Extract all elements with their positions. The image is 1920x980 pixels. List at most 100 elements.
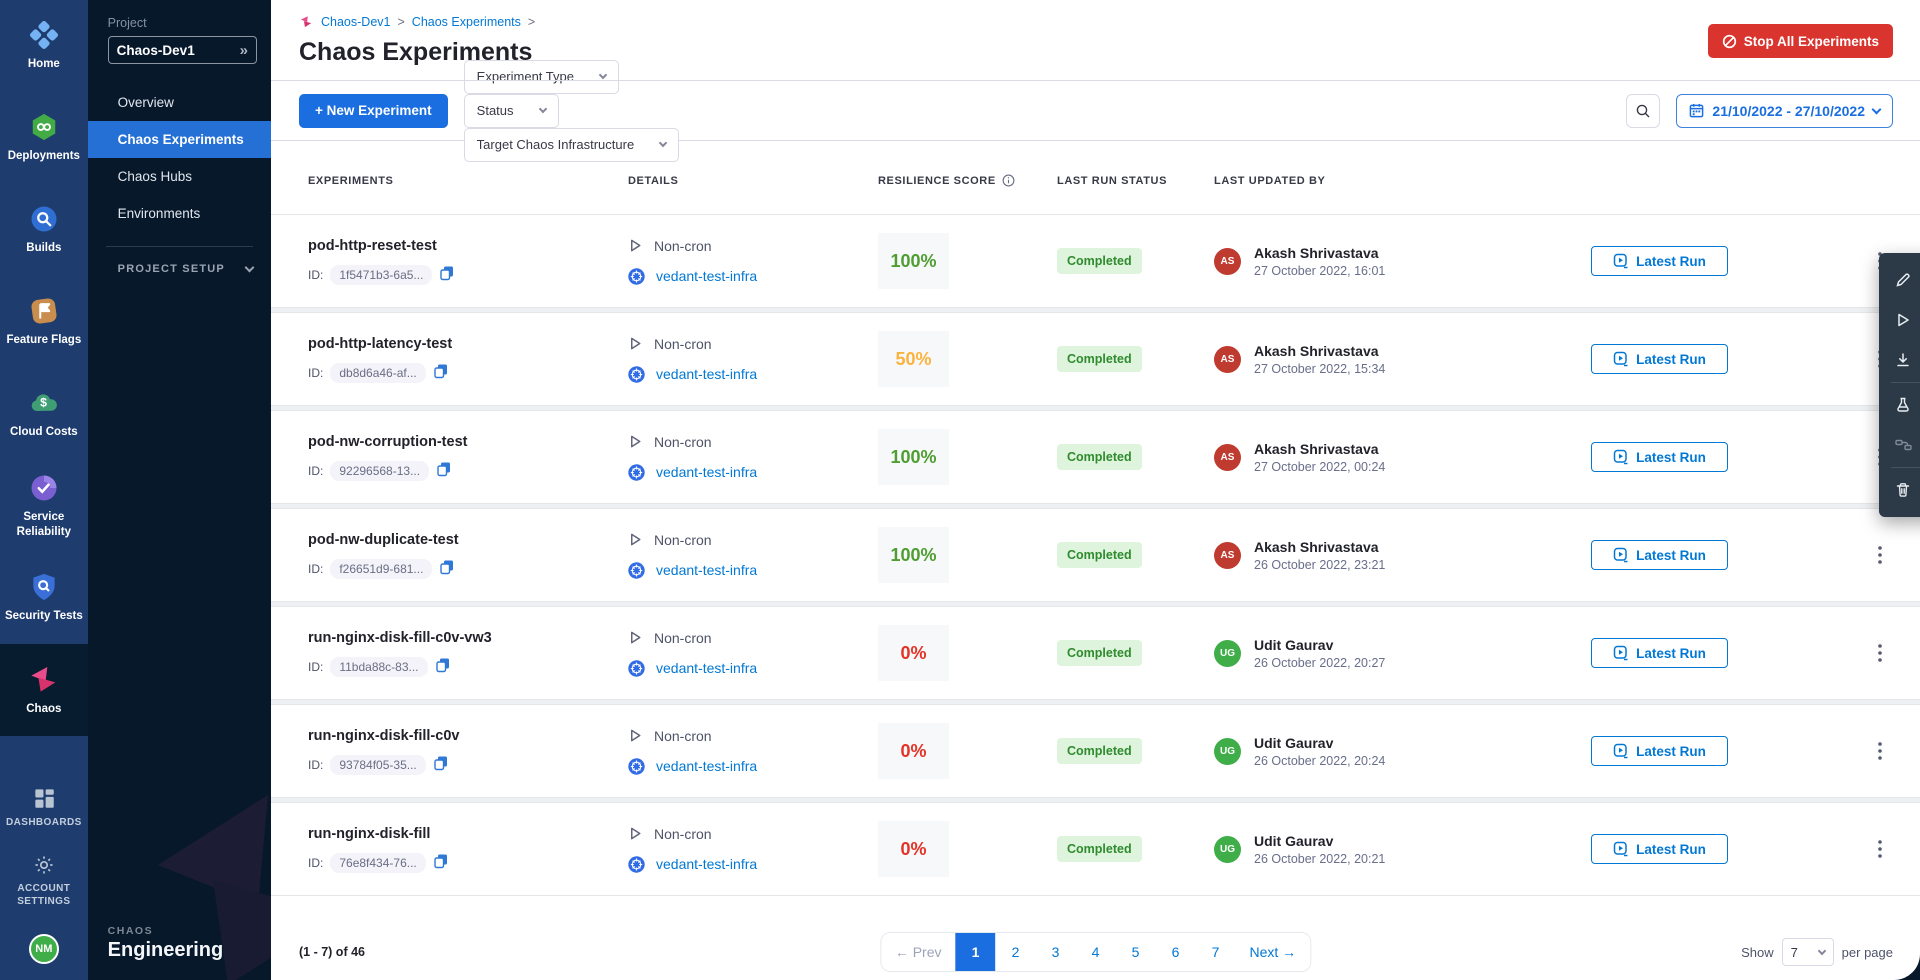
project-name-input[interactable] bbox=[117, 43, 217, 58]
infrastructure-link[interactable]: vedant-test-infra bbox=[656, 856, 757, 872]
menu-item-run-experiment[interactable]: Run Experiment bbox=[1879, 300, 1920, 340]
row-menu-button[interactable] bbox=[1867, 738, 1893, 764]
kubernetes-icon bbox=[628, 562, 645, 579]
infrastructure-link[interactable]: vedant-test-infra bbox=[656, 562, 757, 578]
infrastructure-link[interactable]: vedant-test-infra bbox=[656, 366, 757, 382]
updated-date: 27 October 2022, 00:24 bbox=[1254, 460, 1385, 474]
rail-item-cloud-costs[interactable]: $Cloud Costs bbox=[0, 368, 88, 460]
copy-id-button[interactable] bbox=[433, 853, 449, 872]
latest-run-button[interactable]: Latest Run bbox=[1591, 736, 1728, 766]
rail-item-service-reliability[interactable]: Service Reliability bbox=[0, 460, 88, 552]
experiment-name[interactable]: run-nginx-disk-fill bbox=[308, 826, 619, 842]
menu-item-add-to-pipeline[interactable]: Add to Pipeline bbox=[1879, 425, 1920, 465]
copy-icon bbox=[433, 363, 449, 379]
experiment-type: Non-cron bbox=[654, 238, 712, 254]
copy-id-button[interactable] bbox=[433, 363, 449, 382]
resilience-score: 100% bbox=[878, 429, 949, 485]
row-menu-button[interactable] bbox=[1867, 640, 1893, 666]
stop-all-experiments-button[interactable]: Stop All Experiments bbox=[1708, 24, 1893, 58]
search-button[interactable] bbox=[1626, 94, 1660, 128]
project-selector[interactable]: » bbox=[108, 36, 257, 64]
new-experiment-button[interactable]: + New Experiment bbox=[299, 94, 448, 128]
sidebar-item-chaos-experiments[interactable]: Chaos Experiments bbox=[88, 121, 271, 158]
experiment-name[interactable]: pod-nw-corruption-test bbox=[308, 434, 619, 450]
copy-id-button[interactable] bbox=[433, 755, 449, 774]
latest-run-button[interactable]: Latest Run bbox=[1591, 540, 1728, 570]
rail-item-feature-flags[interactable]: Feature Flags bbox=[0, 276, 88, 368]
latest-run-button[interactable]: Latest Run bbox=[1591, 834, 1728, 864]
column-header-last-updated-by: LAST UPDATED BY bbox=[1205, 175, 1582, 187]
copy-id-button[interactable] bbox=[439, 265, 455, 284]
sidebar-item-chaos-hubs[interactable]: Chaos Hubs bbox=[88, 158, 271, 195]
brand-big-label: Engineering bbox=[108, 939, 271, 962]
rail-item-chaos[interactable]: Chaos bbox=[0, 644, 88, 736]
latest-run-icon bbox=[1613, 743, 1629, 759]
page-button-5[interactable]: 5 bbox=[1116, 933, 1156, 971]
chevron-down-icon bbox=[245, 263, 255, 273]
kebab-icon bbox=[1878, 742, 1882, 760]
rail-spacer bbox=[0, 736, 88, 773]
kubernetes-icon bbox=[628, 268, 645, 285]
row-menu-button[interactable] bbox=[1867, 542, 1893, 568]
page-button-3[interactable]: 3 bbox=[1036, 933, 1076, 971]
experiment-name[interactable]: pod-http-reset-test bbox=[308, 238, 619, 254]
infrastructure-link[interactable]: vedant-test-infra bbox=[656, 464, 757, 480]
pagination-summary: (1 - 7) of 46 bbox=[299, 945, 365, 959]
experiment-name[interactable]: pod-nw-duplicate-test bbox=[308, 532, 619, 548]
rail-item-security-tests[interactable]: Security Tests bbox=[0, 552, 88, 644]
id-prefix: ID: bbox=[308, 366, 323, 380]
next-page-button[interactable]: Next → bbox=[1236, 933, 1311, 971]
latest-run-button[interactable]: Latest Run bbox=[1591, 442, 1728, 472]
rail-item-builds[interactable]: Builds bbox=[0, 184, 88, 276]
page-button-7[interactable]: 7 bbox=[1196, 933, 1236, 971]
filter-status[interactable]: Status bbox=[464, 94, 559, 128]
infrastructure-link[interactable]: vedant-test-infra bbox=[656, 758, 757, 774]
kebab-icon bbox=[1878, 644, 1882, 662]
latest-run-label: Latest Run bbox=[1636, 646, 1706, 661]
expand-panel-icon[interactable]: » bbox=[240, 42, 248, 59]
rail-item-account-settings[interactable]: ACCOUNTSETTINGS bbox=[0, 841, 88, 920]
main-content: Chaos-Dev1 > Chaos Experiments > Chaos E… bbox=[271, 0, 1920, 980]
id-prefix: ID: bbox=[308, 268, 323, 282]
sidebar-item-overview[interactable]: Overview bbox=[88, 84, 271, 121]
prev-page-button[interactable]: ← Prev bbox=[881, 933, 956, 971]
experiment-name[interactable]: run-nginx-disk-fill-c0v bbox=[308, 728, 619, 744]
copy-id-button[interactable] bbox=[436, 461, 452, 480]
rail-item-deployments[interactable]: Deployments bbox=[0, 92, 88, 184]
experiment-name[interactable]: run-nginx-disk-fill-c0v-vw3 bbox=[308, 630, 619, 646]
page-button-4[interactable]: 4 bbox=[1076, 933, 1116, 971]
infrastructure-link[interactable]: vedant-test-infra bbox=[656, 268, 757, 284]
copy-id-button[interactable] bbox=[439, 559, 455, 578]
rail-item-label: Builds bbox=[23, 241, 64, 255]
breadcrumb-experiments-link[interactable]: Chaos Experiments bbox=[412, 15, 521, 29]
experiment-name[interactable]: pod-http-latency-test bbox=[308, 336, 619, 352]
menu-item-edit-experiment[interactable]: Edit Experiment bbox=[1879, 260, 1920, 300]
project-sidebar: Project » Overview Chaos Experiments Cha… bbox=[88, 0, 271, 980]
page-button-1[interactable]: 1 bbox=[956, 933, 996, 971]
rail-item-dashboards[interactable]: DASHBOARDS bbox=[0, 773, 88, 841]
rail-item-label: Home bbox=[25, 57, 63, 71]
user-avatar: AS bbox=[1214, 248, 1241, 275]
rail-item-home[interactable]: Home bbox=[0, 0, 88, 92]
date-range-picker[interactable]: 21/10/2022 - 27/10/2022 bbox=[1676, 94, 1893, 128]
project-setup-section[interactable]: PROJECT SETUP bbox=[88, 247, 271, 275]
page-size-select[interactable]: 7 bbox=[1782, 938, 1834, 966]
menu-item-delete-experiment[interactable]: Delete Experiment bbox=[1879, 470, 1920, 510]
sidebar-item-environments[interactable]: Environments bbox=[88, 195, 271, 232]
page-button-6[interactable]: 6 bbox=[1156, 933, 1196, 971]
breadcrumb-project-link[interactable]: Chaos-Dev1 bbox=[321, 15, 390, 29]
latest-run-button[interactable]: Latest Run bbox=[1591, 246, 1728, 276]
resilience-score: 0% bbox=[878, 625, 949, 681]
play-outline-icon bbox=[628, 728, 643, 743]
menu-item-add-to-chaos-hub[interactable]: Add to Chaos Hub bbox=[1879, 385, 1920, 425]
latest-run-button[interactable]: Latest Run bbox=[1591, 344, 1728, 374]
page-button-2[interactable]: 2 bbox=[996, 933, 1036, 971]
user-avatar[interactable]: NM bbox=[29, 934, 59, 964]
brand-small-label: CHAOS bbox=[108, 925, 271, 937]
latest-run-button[interactable]: Latest Run bbox=[1591, 638, 1728, 668]
copy-id-button[interactable] bbox=[435, 657, 451, 676]
infrastructure-link[interactable]: vedant-test-infra bbox=[656, 660, 757, 676]
menu-item-download-experiment[interactable]: Download Experiment bbox=[1879, 340, 1920, 380]
chaos-module-icon bbox=[299, 14, 314, 29]
row-menu-button[interactable] bbox=[1867, 836, 1893, 862]
